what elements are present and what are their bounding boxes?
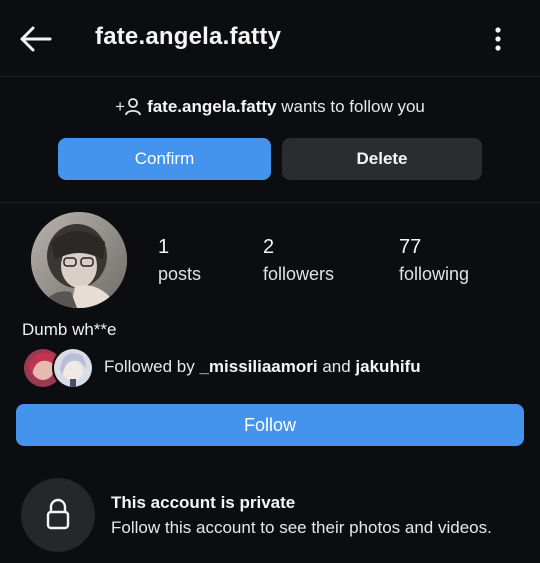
followers-label: followers xyxy=(263,264,335,284)
mutual-user-2[interactable]: jakuhifu xyxy=(355,357,420,376)
request-message: wants to follow you xyxy=(281,97,425,116)
back-button[interactable] xyxy=(18,24,54,54)
posts-stat[interactable]: 1 posts xyxy=(158,236,201,285)
more-options-button[interactable] xyxy=(486,24,510,54)
followers-stat[interactable]: 2 followers xyxy=(263,236,334,285)
lock-icon xyxy=(46,498,70,530)
following-label: following xyxy=(399,264,470,284)
profile-screen: fate.angela.fatty + fate.angela.fatty wa… xyxy=(0,0,540,563)
delete-button[interactable]: Delete xyxy=(282,138,482,180)
follow-request-banner: + fate.angela.fatty wants to follow you … xyxy=(0,76,540,203)
page-title: fate.angela.fatty xyxy=(95,23,282,50)
top-bar: fate.angela.fatty xyxy=(0,0,540,77)
add-user-icon: + xyxy=(115,97,141,120)
private-lock-badge xyxy=(21,478,95,552)
requester-username[interactable]: fate.angela.fatty xyxy=(147,97,276,116)
arrow-left-icon xyxy=(20,26,52,52)
follow-request-text: + fate.angela.fatty wants to follow you xyxy=(0,97,540,120)
private-account-title: This account is private xyxy=(111,493,296,512)
followed-by-text: Followed by _missiliaamori and jakuhifu xyxy=(104,357,421,377)
mutual-avatar-2 xyxy=(52,347,94,389)
following-stat[interactable]: 77 following xyxy=(399,236,469,285)
followers-count: 2 xyxy=(263,236,275,258)
followed-by-connector: and xyxy=(322,357,351,376)
avatar[interactable] xyxy=(31,212,127,308)
following-count: 77 xyxy=(399,236,422,258)
profile-photo xyxy=(31,212,127,308)
follow-button[interactable]: Follow xyxy=(16,404,524,446)
private-account-subtitle: Follow this account to see their photos … xyxy=(111,518,492,537)
more-vertical-icon xyxy=(495,27,501,51)
posts-label: posts xyxy=(158,264,202,284)
followed-by-prefix: Followed by xyxy=(104,357,195,376)
plus-sign: + xyxy=(115,97,126,116)
mutual-user-1[interactable]: _missiliaamori xyxy=(199,357,317,376)
mutual-followers[interactable]: Followed by _missiliaamori and jakuhifu xyxy=(22,347,522,389)
bio: Dumb wh**e xyxy=(22,320,117,339)
confirm-button[interactable]: Confirm xyxy=(58,138,271,180)
posts-count: 1 xyxy=(158,236,170,258)
